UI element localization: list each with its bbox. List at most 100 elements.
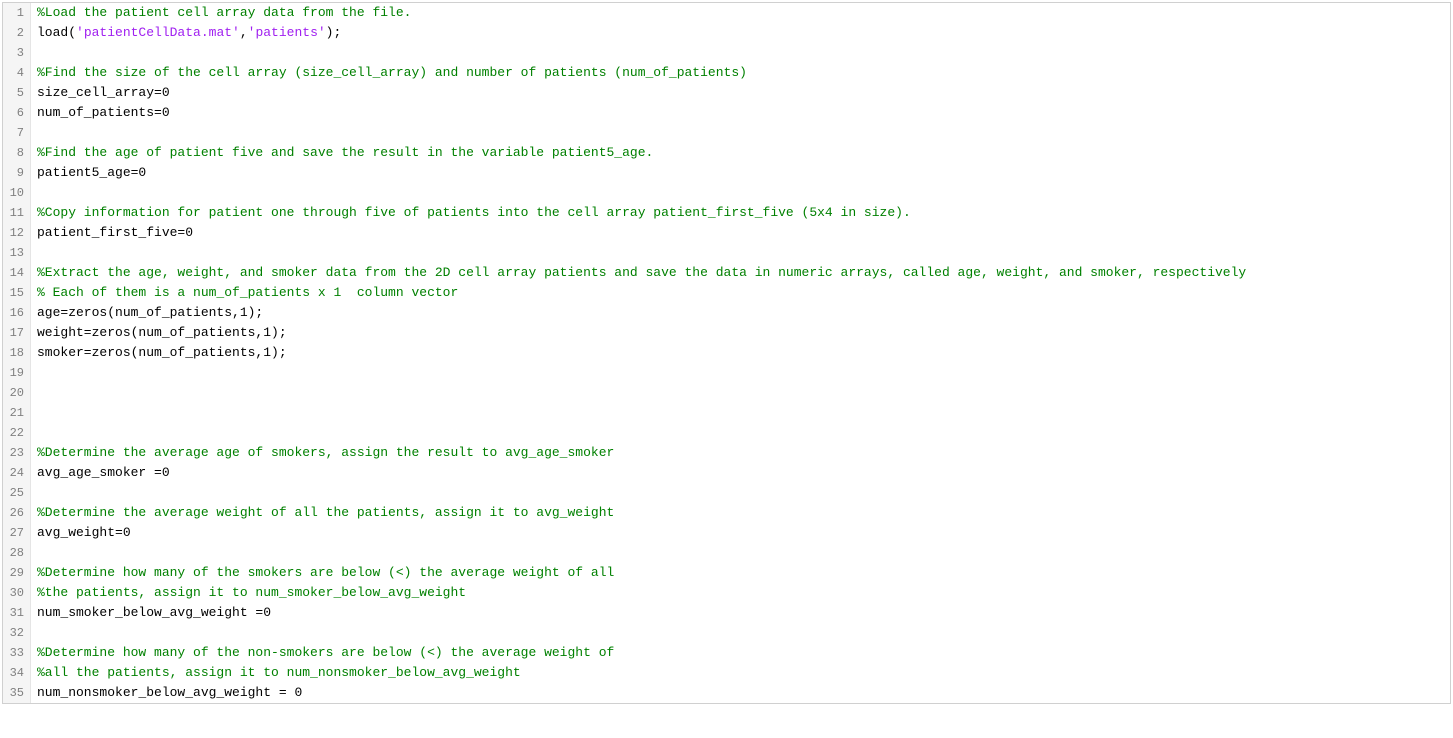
code-token: %all the patients, assign it to num_nons… bbox=[37, 665, 521, 680]
code-token: , bbox=[240, 25, 248, 40]
code-content[interactable]: smoker=zeros(num_of_patients,1); bbox=[31, 343, 1450, 363]
code-content[interactable] bbox=[31, 403, 1450, 423]
code-content[interactable]: num_of_patients=0 bbox=[31, 103, 1450, 123]
line-number: 29 bbox=[3, 563, 31, 583]
code-content[interactable]: age=zeros(num_of_patients,1); bbox=[31, 303, 1450, 323]
code-content[interactable]: %all the patients, assign it to num_nons… bbox=[31, 663, 1450, 683]
code-line[interactable]: 2load('patientCellData.mat','patients'); bbox=[3, 23, 1450, 43]
line-number: 9 bbox=[3, 163, 31, 183]
line-number: 18 bbox=[3, 343, 31, 363]
code-line[interactable]: 4%Find the size of the cell array (size_… bbox=[3, 63, 1450, 83]
code-line[interactable]: 27avg_weight=0 bbox=[3, 523, 1450, 543]
code-content[interactable]: %Copy information for patient one throug… bbox=[31, 203, 1450, 223]
code-token: %Determine the average weight of all the… bbox=[37, 505, 614, 520]
code-content[interactable] bbox=[31, 483, 1450, 503]
code-line[interactable]: 28 bbox=[3, 543, 1450, 563]
code-line[interactable]: 20 bbox=[3, 383, 1450, 403]
code-line[interactable]: 19 bbox=[3, 363, 1450, 383]
code-line[interactable]: 1%Load the patient cell array data from … bbox=[3, 3, 1450, 23]
code-content[interactable]: % Each of them is a num_of_patients x 1 … bbox=[31, 283, 1450, 303]
code-line[interactable]: 12patient_first_five=0 bbox=[3, 223, 1450, 243]
code-content[interactable]: size_cell_array=0 bbox=[31, 83, 1450, 103]
line-number: 8 bbox=[3, 143, 31, 163]
line-number: 11 bbox=[3, 203, 31, 223]
code-content[interactable]: %Determine how many of the smokers are b… bbox=[31, 563, 1450, 583]
code-content[interactable]: %Determine the average weight of all the… bbox=[31, 503, 1450, 523]
code-content[interactable]: avg_age_smoker =0 bbox=[31, 463, 1450, 483]
line-number: 10 bbox=[3, 183, 31, 203]
code-line[interactable]: 8%Find the age of patient five and save … bbox=[3, 143, 1450, 163]
code-token: size_cell_array=0 bbox=[37, 85, 170, 100]
code-content[interactable] bbox=[31, 363, 1450, 383]
code-line[interactable]: 3 bbox=[3, 43, 1450, 63]
code-content[interactable]: num_smoker_below_avg_weight =0 bbox=[31, 603, 1450, 623]
code-content[interactable]: %the patients, assign it to num_smoker_b… bbox=[31, 583, 1450, 603]
line-number: 24 bbox=[3, 463, 31, 483]
code-content[interactable]: weight=zeros(num_of_patients,1); bbox=[31, 323, 1450, 343]
line-number: 32 bbox=[3, 623, 31, 643]
code-content[interactable]: load('patientCellData.mat','patients'); bbox=[31, 23, 1450, 43]
line-number: 2 bbox=[3, 23, 31, 43]
code-content[interactable]: patient_first_five=0 bbox=[31, 223, 1450, 243]
code-content[interactable]: %Determine how many of the non-smokers a… bbox=[31, 643, 1450, 663]
code-token: patient5_age=0 bbox=[37, 165, 146, 180]
line-number: 3 bbox=[3, 43, 31, 63]
code-token: 'patients' bbox=[248, 25, 326, 40]
code-content[interactable]: %Find the age of patient five and save t… bbox=[31, 143, 1450, 163]
code-editor[interactable]: 1%Load the patient cell array data from … bbox=[2, 2, 1451, 704]
code-content[interactable]: %Determine the average age of smokers, a… bbox=[31, 443, 1450, 463]
code-content[interactable]: num_nonsmoker_below_avg_weight = 0 bbox=[31, 683, 1450, 703]
code-line[interactable]: 6num_of_patients=0 bbox=[3, 103, 1450, 123]
code-line[interactable]: 35num_nonsmoker_below_avg_weight = 0 bbox=[3, 683, 1450, 703]
code-token: age=zeros(num_of_patients,1); bbox=[37, 305, 263, 320]
line-number: 27 bbox=[3, 523, 31, 543]
code-line[interactable]: 14 %Extract the age, weight, and smoker d… bbox=[3, 263, 1450, 283]
code-line[interactable]: 34%all the patients, assign it to num_no… bbox=[3, 663, 1450, 683]
code-line[interactable]: 17weight=zeros(num_of_patients,1); bbox=[3, 323, 1450, 343]
code-token: %the patients, assign it to num_smoker_b… bbox=[37, 585, 466, 600]
code-content[interactable] bbox=[31, 43, 1450, 63]
code-line[interactable]: 15% Each of them is a num_of_patients x … bbox=[3, 283, 1450, 303]
code-content[interactable]: avg_weight=0 bbox=[31, 523, 1450, 543]
code-token: %Load the patient cell array data from t… bbox=[37, 5, 411, 20]
code-content[interactable]: %Load the patient cell array data from t… bbox=[31, 3, 1450, 23]
code-line[interactable]: 13 bbox=[3, 243, 1450, 263]
code-content[interactable] bbox=[31, 423, 1450, 443]
code-token: %Extract the age, weight, and smoker dat… bbox=[37, 265, 1246, 280]
code-line[interactable]: 25 bbox=[3, 483, 1450, 503]
code-token: 'patientCellData.mat' bbox=[76, 25, 240, 40]
code-line[interactable]: 10 bbox=[3, 183, 1450, 203]
code-line[interactable]: 11%Copy information for patient one thro… bbox=[3, 203, 1450, 223]
code-content[interactable] bbox=[31, 623, 1450, 643]
code-line[interactable]: 21 bbox=[3, 403, 1450, 423]
code-content[interactable] bbox=[31, 123, 1450, 143]
code-line[interactable]: 33%Determine how many of the non-smokers… bbox=[3, 643, 1450, 663]
code-line[interactable]: 24avg_age_smoker =0 bbox=[3, 463, 1450, 483]
code-line[interactable]: 16age=zeros(num_of_patients,1); bbox=[3, 303, 1450, 323]
line-number: 5 bbox=[3, 83, 31, 103]
code-content[interactable] bbox=[31, 183, 1450, 203]
code-content[interactable] bbox=[31, 243, 1450, 263]
code-line[interactable]: 26 %Determine the average weight of all t… bbox=[3, 503, 1450, 523]
code-content[interactable]: %Extract the age, weight, and smoker dat… bbox=[31, 263, 1450, 283]
code-content[interactable] bbox=[31, 543, 1450, 563]
line-number: 31 bbox=[3, 603, 31, 623]
code-line[interactable]: 30%the patients, assign it to num_smoker… bbox=[3, 583, 1450, 603]
line-number: 14 bbox=[3, 263, 31, 283]
code-content[interactable] bbox=[31, 383, 1450, 403]
code-line[interactable]: 29%Determine how many of the smokers are… bbox=[3, 563, 1450, 583]
code-content[interactable]: %Find the size of the cell array (size_c… bbox=[31, 63, 1450, 83]
code-token: patient_first_five=0 bbox=[37, 225, 193, 240]
code-line[interactable]: 7 bbox=[3, 123, 1450, 143]
code-line[interactable]: 23%Determine the average age of smokers,… bbox=[3, 443, 1450, 463]
line-number: 4 bbox=[3, 63, 31, 83]
code-line[interactable]: 31num_smoker_below_avg_weight =0 bbox=[3, 603, 1450, 623]
line-number: 33 bbox=[3, 643, 31, 663]
code-content[interactable]: patient5_age=0 bbox=[31, 163, 1450, 183]
code-line[interactable]: 18smoker=zeros(num_of_patients,1); bbox=[3, 343, 1450, 363]
code-line[interactable]: 5 size_cell_array=0 bbox=[3, 83, 1450, 103]
line-number: 26 bbox=[3, 503, 31, 523]
code-line[interactable]: 22 bbox=[3, 423, 1450, 443]
code-line[interactable]: 32 bbox=[3, 623, 1450, 643]
code-line[interactable]: 9 patient5_age=0 bbox=[3, 163, 1450, 183]
